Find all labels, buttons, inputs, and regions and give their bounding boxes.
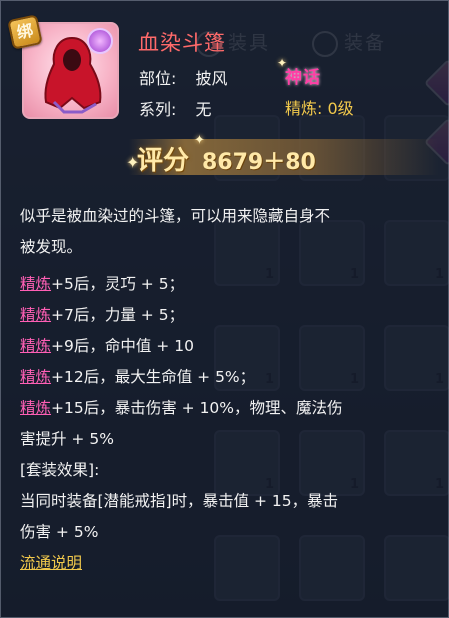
set-effect-header: [套装效果]: [20, 461, 100, 479]
series-row: 系列: 无 [139, 96, 212, 120]
refine-link[interactable]: 精炼 [20, 306, 51, 324]
refine-bonus-row: 精炼+12后，最大生命值 + 5%； [20, 362, 435, 393]
circulation-info-link[interactable]: 流通说明 [20, 554, 82, 572]
refine-bonus-text: +9后，命中值 + 10 [51, 337, 194, 355]
score-value: 8679＋80 [202, 150, 316, 175]
refine-bonus-row: 精炼+7后，力量 + 5； [20, 300, 435, 331]
flavor-text: 似乎是被血染过的斗篷，可以用来隐藏自身不 被发现。 [20, 201, 435, 263]
trident-icon [87, 28, 113, 54]
bound-badge: 绑 [7, 14, 43, 50]
set-effect-line: 当同时装备[潜能戒指]时，暴击值 + 15，暴击 [20, 492, 339, 510]
refine-bonus-list: 精炼+5后，灵巧 + 5； 精炼+7后，力量 + 5； 精炼+9后，命中值 + … [20, 269, 435, 579]
series-value: 无 [195, 100, 212, 119]
refine-bonus-text: +7后，力量 + 5； [51, 306, 185, 324]
refine-bonus-text: +12后，最大生命值 + 5%； [51, 368, 256, 386]
refine-link[interactable]: 精炼 [20, 368, 51, 386]
slot-label: 部位: [139, 69, 177, 88]
set-effect-line: 伤害 + 5% [20, 523, 99, 541]
refine-bonus-text: +15后，暴击伤害 + 10%，物理、魔法伤 [51, 399, 343, 417]
flavor-line: 似乎是被血染过的斗篷，可以用来隐藏自身不 [20, 207, 331, 225]
refine-bonus-row: 精炼+5后，灵巧 + 5； [20, 269, 435, 300]
series-label: 系列: [139, 100, 177, 119]
refine-bonus-row: 精炼+15后，暴击伤害 + 10%，物理、魔法伤 [20, 393, 435, 424]
flavor-line: 被发现。 [20, 238, 83, 256]
item-tooltip-panel: 绑 血染斗篷 部位: 披风 神话 ✦ 系列: 无 精炼: 0级 ✦ ✦ 评分 8… [0, 0, 449, 618]
refine-link[interactable]: 精炼 [20, 275, 51, 293]
refine-bonus-text: +5后，灵巧 + 5； [51, 275, 185, 293]
rarity-label: 神话 [285, 68, 321, 88]
refine-bonus-row: 精炼+9后，命中值 + 10 [20, 331, 435, 362]
refine-link[interactable]: 精炼 [20, 337, 51, 355]
item-name: 血染斗篷 [138, 31, 226, 55]
refine-level: 精炼: 0级 [285, 99, 354, 118]
sparkle-icon: ✦ [277, 56, 288, 70]
refine-bonus-continuation: 害提升 + 5% [20, 430, 114, 448]
score-label: 评分 [137, 146, 190, 176]
refine-link[interactable]: 精炼 [20, 399, 51, 417]
slot-value: 披风 [195, 69, 228, 88]
slot-row: 部位: 披风 [139, 65, 228, 89]
